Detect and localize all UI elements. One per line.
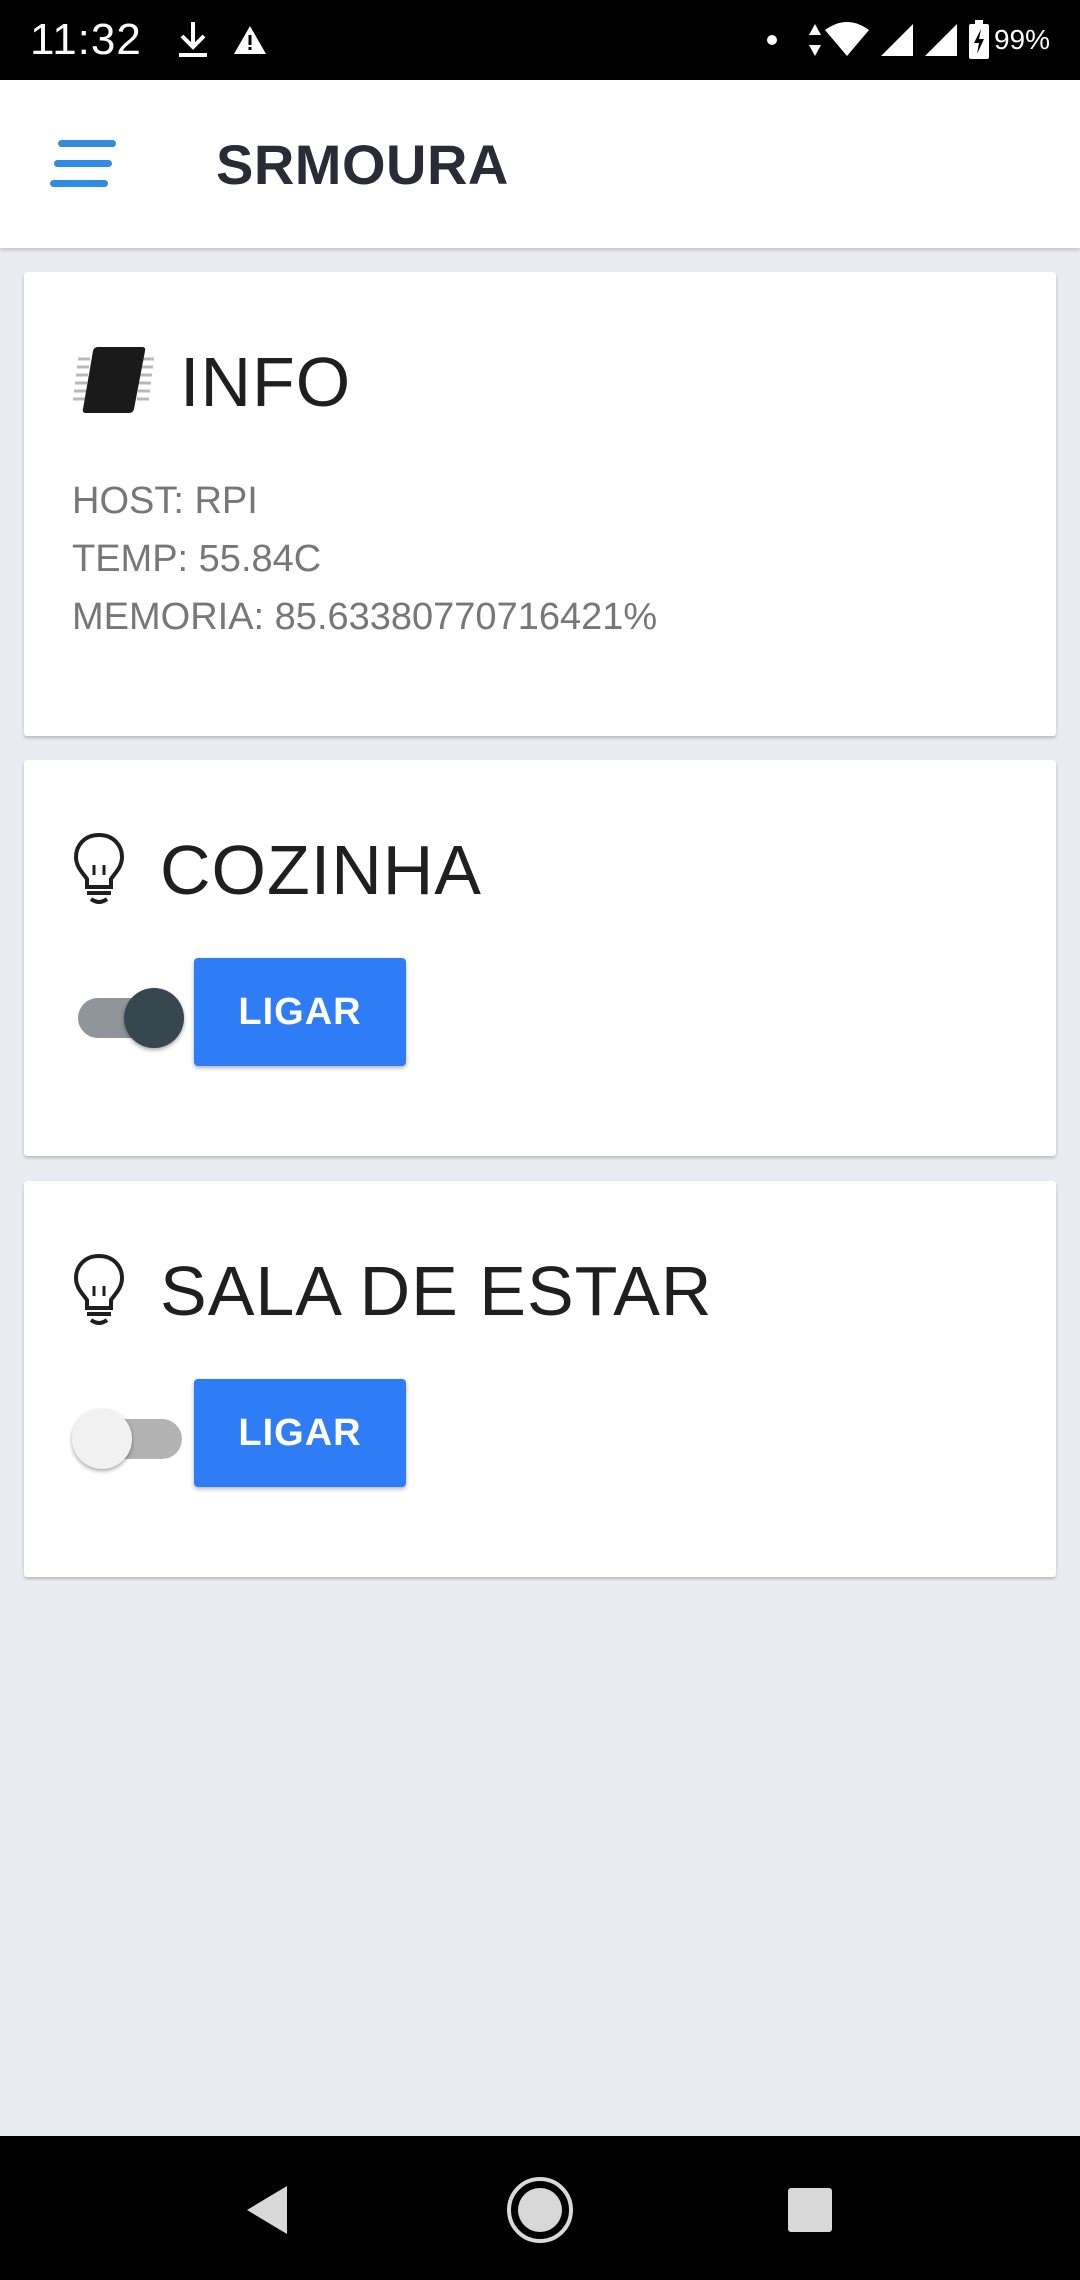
room-card-sala-de-estar: SALA DE ESTAR LIGAR — [24, 1181, 1056, 1577]
info-card: INFO HOST: RPI TEMP: 55.84C MEMORIA: 85.… — [24, 272, 1056, 736]
app-title: SRMOURA — [216, 132, 509, 196]
warning-icon — [232, 24, 268, 56]
toggle-switch-sala-de-estar[interactable] — [72, 1393, 184, 1473]
home-button[interactable] — [500, 2170, 580, 2250]
info-title: INFO — [180, 343, 352, 421]
app-bar: SRMOURA — [0, 80, 1080, 248]
switch-knob — [72, 1409, 132, 1469]
ligar-button-sala-de-estar[interactable]: LIGAR — [194, 1379, 406, 1487]
info-host: HOST: RPI — [72, 480, 258, 522]
wifi-icon — [824, 22, 870, 58]
info-temp: TEMP: 55.84C — [72, 538, 322, 580]
status-time: 11:32 — [30, 15, 142, 64]
info-lines: HOST: RPI TEMP: 55.84C MEMORIA: 85.63380… — [72, 472, 657, 646]
room-title: SALA DE ESTAR — [160, 1252, 713, 1330]
room-card-cozinha: COZINHA LIGAR — [24, 760, 1056, 1156]
info-memory: MEMORIA: 85.63380770716421% — [72, 596, 658, 638]
room-title: COZINHA — [160, 831, 482, 909]
chip-icon — [72, 343, 156, 422]
signal-icon — [880, 23, 914, 57]
navigation-bar — [0, 2136, 1080, 2280]
ligar-button-cozinha[interactable]: LIGAR — [194, 958, 406, 1066]
screen: 11:32 99% SRMOURA INFO HOST: RPI TEMP: 5… — [0, 0, 1080, 2280]
switch-knob — [124, 988, 184, 1048]
back-icon — [247, 2186, 287, 2234]
lightbulb-icon — [72, 831, 126, 910]
dot-icon — [766, 34, 778, 46]
battery-charging-icon — [968, 20, 990, 60]
data-arrows-icon — [808, 23, 822, 57]
menu-button[interactable] — [48, 136, 118, 192]
download-icon — [176, 20, 210, 60]
home-icon — [507, 2177, 573, 2243]
back-button[interactable] — [228, 2170, 308, 2250]
lightbulb-icon — [72, 1252, 126, 1331]
recent-apps-icon — [788, 2188, 832, 2232]
menu-icon — [50, 140, 116, 187]
recent-apps-button[interactable] — [770, 2170, 850, 2250]
toggle-switch-cozinha[interactable] — [72, 972, 184, 1052]
signal-icon — [924, 23, 958, 57]
status-bar: 11:32 99% — [0, 0, 1080, 80]
battery-percent: 99% — [993, 24, 1050, 55]
